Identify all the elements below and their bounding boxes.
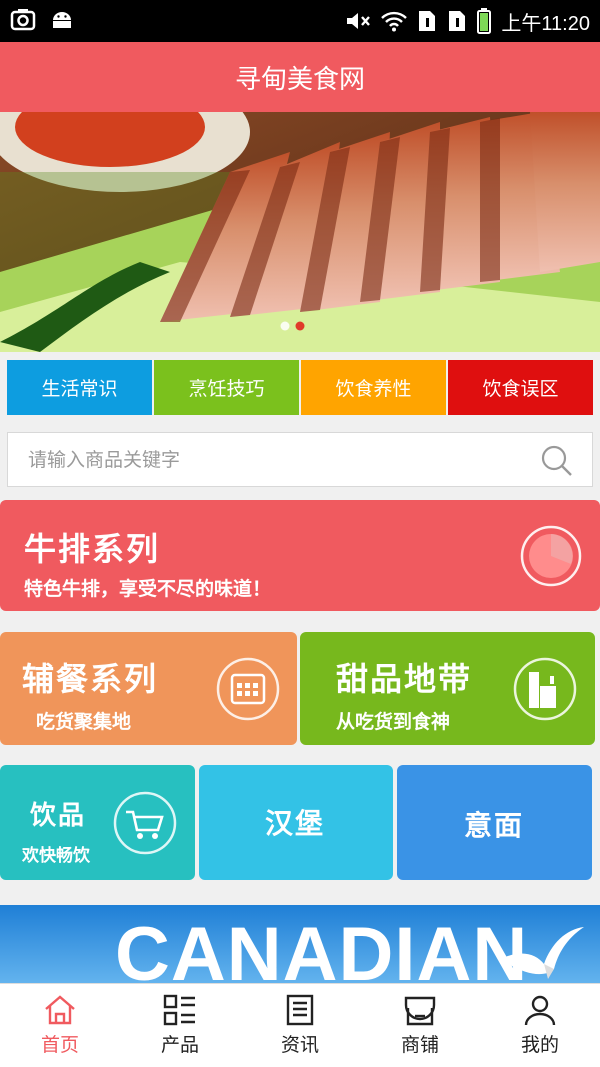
user-icon bbox=[524, 995, 556, 1026]
mute-icon bbox=[347, 13, 371, 29]
card-subtitle: 欢快畅饮 bbox=[22, 846, 90, 866]
status-bar: 上午11:20 bbox=[0, 0, 600, 42]
card-pasta[interactable]: 意面 bbox=[397, 765, 592, 880]
card-subtitle: 特色牛排，享受不尽的味道！ bbox=[24, 578, 272, 600]
app-title-bar: 寻甸美食网 bbox=[0, 42, 600, 112]
search-icon[interactable] bbox=[540, 444, 574, 478]
tab-products[interactable]: 产品 bbox=[120, 984, 240, 1067]
tab-home[interactable]: 首页 bbox=[0, 984, 120, 1067]
sim-card-icon bbox=[419, 11, 436, 31]
search-input[interactable]: 请输入商品关键字 bbox=[7, 432, 593, 487]
category-diet-myths[interactable]: 饮食误区 bbox=[448, 360, 593, 415]
card-title: 汉堡 bbox=[265, 807, 326, 840]
home-icon bbox=[45, 995, 75, 1025]
card-title: 饮品 bbox=[30, 801, 87, 831]
promo-text: CANADIAN bbox=[115, 912, 529, 983]
battery-icon bbox=[477, 8, 492, 34]
clock-chart-icon bbox=[520, 525, 582, 587]
page-title: 寻甸美食网 bbox=[234, 64, 365, 95]
tab-label: 资讯 bbox=[280, 1034, 319, 1056]
card-dessert-zone[interactable]: 甜品地带 从吃货到食神 bbox=[300, 632, 595, 745]
category-cooking-skills[interactable]: 烹饪技巧 bbox=[154, 360, 299, 415]
banner-carousel[interactable] bbox=[0, 112, 600, 352]
category-diet-health[interactable]: 饮食养性 bbox=[301, 360, 446, 415]
bottom-tab-bar: 首页 产品 资讯 商铺 我的 bbox=[0, 983, 600, 1067]
tab-news[interactable]: 资讯 bbox=[240, 984, 360, 1067]
card-burger[interactable]: 汉堡 bbox=[199, 765, 393, 880]
calendar-icon bbox=[216, 657, 280, 721]
tab-label: 首页 bbox=[40, 1034, 79, 1056]
card-drinks[interactable]: 饮品 欢快畅饮 bbox=[0, 765, 195, 880]
search-placeholder: 请输入商品关键字 bbox=[28, 449, 181, 471]
category-tabs: 生活常识 烹饪技巧 饮食养性 饮食误区 bbox=[7, 360, 593, 415]
card-title: 辅餐系列 bbox=[22, 660, 159, 698]
shopping-cart-icon bbox=[113, 791, 177, 855]
tab-label: 我的 bbox=[520, 1034, 559, 1056]
banner-food-image bbox=[0, 112, 600, 352]
card-subtitle: 从吃货到食神 bbox=[336, 711, 451, 733]
sim-card-icon bbox=[449, 11, 466, 31]
screenshot-icon bbox=[10, 9, 36, 31]
card-title: 意面 bbox=[464, 809, 525, 842]
card-title: 牛排系列 bbox=[24, 530, 161, 568]
card-steak-series[interactable]: 牛排系列 特色牛排，享受不尽的味道！ bbox=[0, 500, 600, 611]
wifi-icon bbox=[381, 11, 408, 32]
card-title: 甜品地带 bbox=[336, 660, 473, 698]
tab-shops[interactable]: 商铺 bbox=[360, 984, 480, 1067]
android-icon bbox=[53, 12, 71, 28]
seagull-icon bbox=[501, 927, 584, 979]
category-life-tips[interactable]: 生活常识 bbox=[7, 360, 152, 415]
tab-profile[interactable]: 我的 bbox=[480, 984, 600, 1067]
tab-label: 商铺 bbox=[400, 1034, 439, 1056]
building-icon bbox=[513, 657, 577, 721]
card-subtitle: 吃货聚集地 bbox=[36, 711, 132, 733]
card-side-dish-series[interactable]: 辅餐系列 吃货聚集地 bbox=[0, 632, 297, 745]
news-icon bbox=[286, 994, 314, 1026]
shop-icon bbox=[404, 996, 436, 1026]
tab-label: 产品 bbox=[160, 1034, 199, 1056]
status-time: 上午11:20 bbox=[501, 12, 590, 35]
grid-list-icon bbox=[163, 994, 195, 1026]
promo-banner[interactable]: CANADIAN bbox=[0, 905, 600, 983]
